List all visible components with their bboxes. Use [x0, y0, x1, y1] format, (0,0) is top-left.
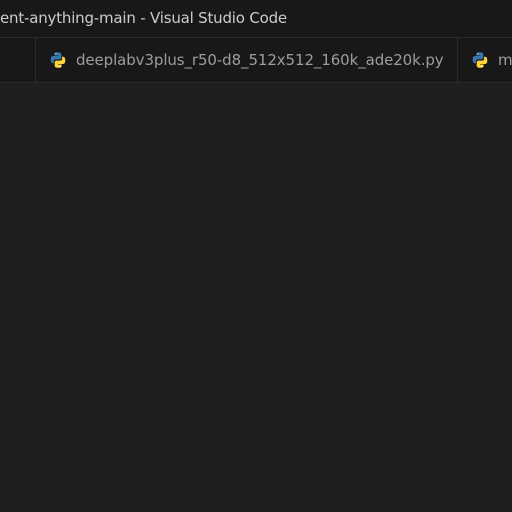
python-icon	[472, 52, 488, 68]
window-title: ent-anything-main - Visual Studio Code	[0, 9, 287, 27]
tab-deeplabv3plus-config[interactable]: deeplabv3plus_r50-d8_512x512_160k_ade20k…	[36, 38, 458, 82]
tab-next-file[interactable]: m	[458, 38, 512, 82]
vscode-window: ent-anything-main - Visual Studio Code d…	[0, 0, 512, 512]
tab-label: m	[498, 51, 512, 69]
editor-area[interactable]	[0, 83, 512, 512]
title-bar: ent-anything-main - Visual Studio Code	[0, 0, 512, 38]
editor-tab-bar: deeplabv3plus_r50-d8_512x512_160k_ade20k…	[0, 38, 512, 83]
python-icon	[50, 52, 66, 68]
tab-label: deeplabv3plus_r50-d8_512x512_160k_ade20k…	[76, 51, 444, 69]
tab-previous[interactable]	[0, 38, 36, 82]
